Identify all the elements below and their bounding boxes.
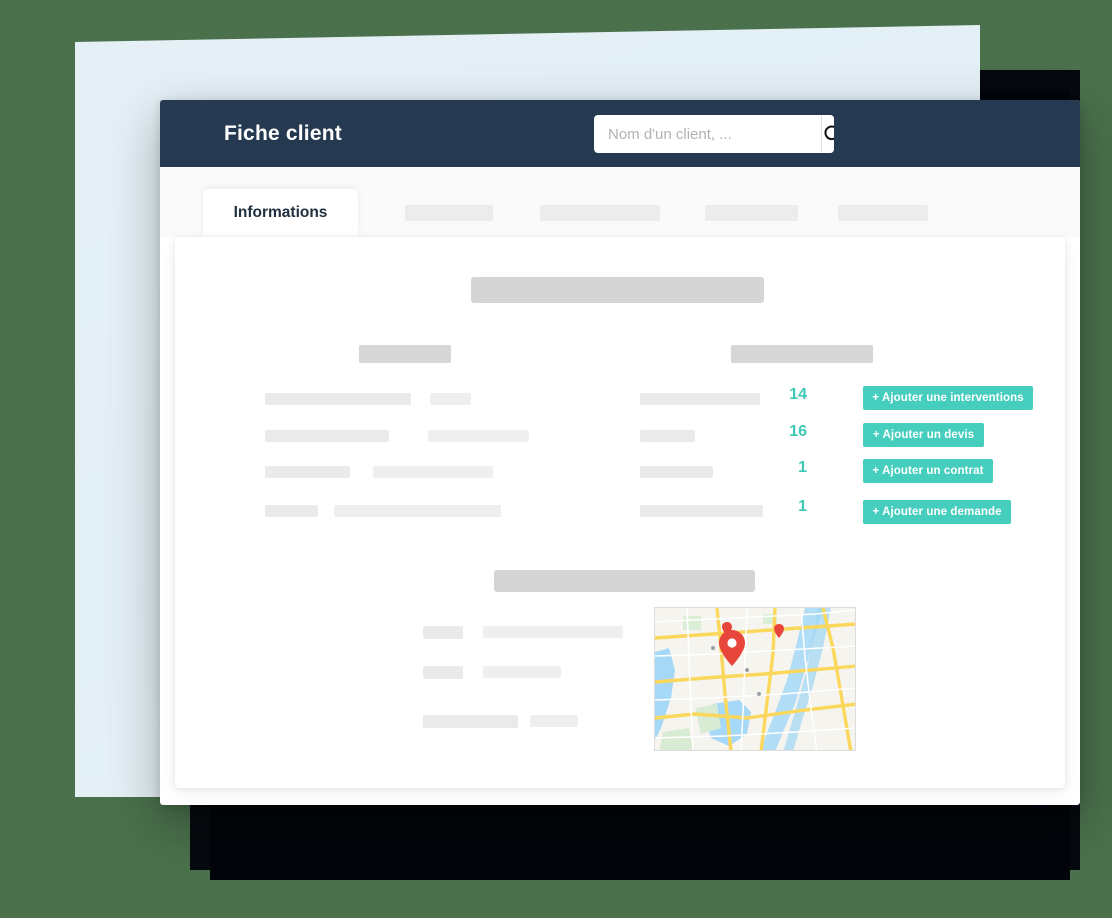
content-title-placeholder xyxy=(471,277,764,303)
left-row-label-1 xyxy=(265,393,411,405)
metric-count-3: 1 xyxy=(798,459,807,476)
tab-informations-label: Informations xyxy=(233,204,328,221)
address-row-value-3 xyxy=(530,715,578,727)
add-devis-button[interactable]: + Ajouter un devis xyxy=(863,423,984,447)
location-map[interactable] xyxy=(654,607,856,751)
search-button[interactable] xyxy=(821,115,834,153)
left-row-value-2 xyxy=(428,430,529,442)
client-search-box xyxy=(594,115,834,153)
tab-placeholder-1[interactable] xyxy=(405,205,493,221)
tab-placeholder-2[interactable] xyxy=(540,205,660,221)
search-input[interactable] xyxy=(594,115,821,153)
left-row-value-4 xyxy=(334,505,501,517)
address-row-value-2 xyxy=(483,666,561,678)
tab-placeholder-4[interactable] xyxy=(838,205,928,221)
screenshot-stage: Fiche client Informations xyxy=(0,0,1112,918)
address-section-title-placeholder xyxy=(494,570,755,592)
address-row-label-1 xyxy=(423,626,463,639)
left-row-label-2 xyxy=(265,430,389,442)
tab-bar: Informations xyxy=(160,167,1080,237)
page-title: Fiche client xyxy=(224,121,342,145)
left-row-value-1 xyxy=(430,393,471,405)
content-panel: 14 + Ajouter une interventions 16 + Ajou… xyxy=(175,237,1065,788)
left-row-value-3 xyxy=(373,466,493,478)
left-section-heading-placeholder xyxy=(359,345,451,363)
tab-informations[interactable]: Informations xyxy=(203,189,358,237)
metric-label-2 xyxy=(640,430,695,442)
right-section-heading-placeholder xyxy=(731,345,873,363)
left-row-label-3 xyxy=(265,466,350,478)
address-row-value-1 xyxy=(483,626,623,638)
metric-label-1 xyxy=(640,393,760,405)
metric-count-2: 16 xyxy=(789,423,807,440)
search-icon xyxy=(822,123,834,146)
metric-count-4: 1 xyxy=(798,498,807,515)
address-row-label-2 xyxy=(423,666,463,679)
metric-label-3 xyxy=(640,466,713,478)
metric-label-4 xyxy=(640,505,763,517)
address-row-label-3 xyxy=(423,715,518,728)
add-contrat-button[interactable]: + Ajouter un contrat xyxy=(863,459,993,483)
application-window: Fiche client Informations xyxy=(160,100,1080,805)
add-demande-button[interactable]: + Ajouter une demande xyxy=(863,500,1011,524)
app-header: Fiche client xyxy=(160,100,1080,167)
left-row-label-4 xyxy=(265,505,318,517)
tab-placeholder-3[interactable] xyxy=(705,205,798,221)
metric-count-1: 14 xyxy=(789,386,807,403)
add-intervention-button[interactable]: + Ajouter une interventions xyxy=(863,386,1033,410)
